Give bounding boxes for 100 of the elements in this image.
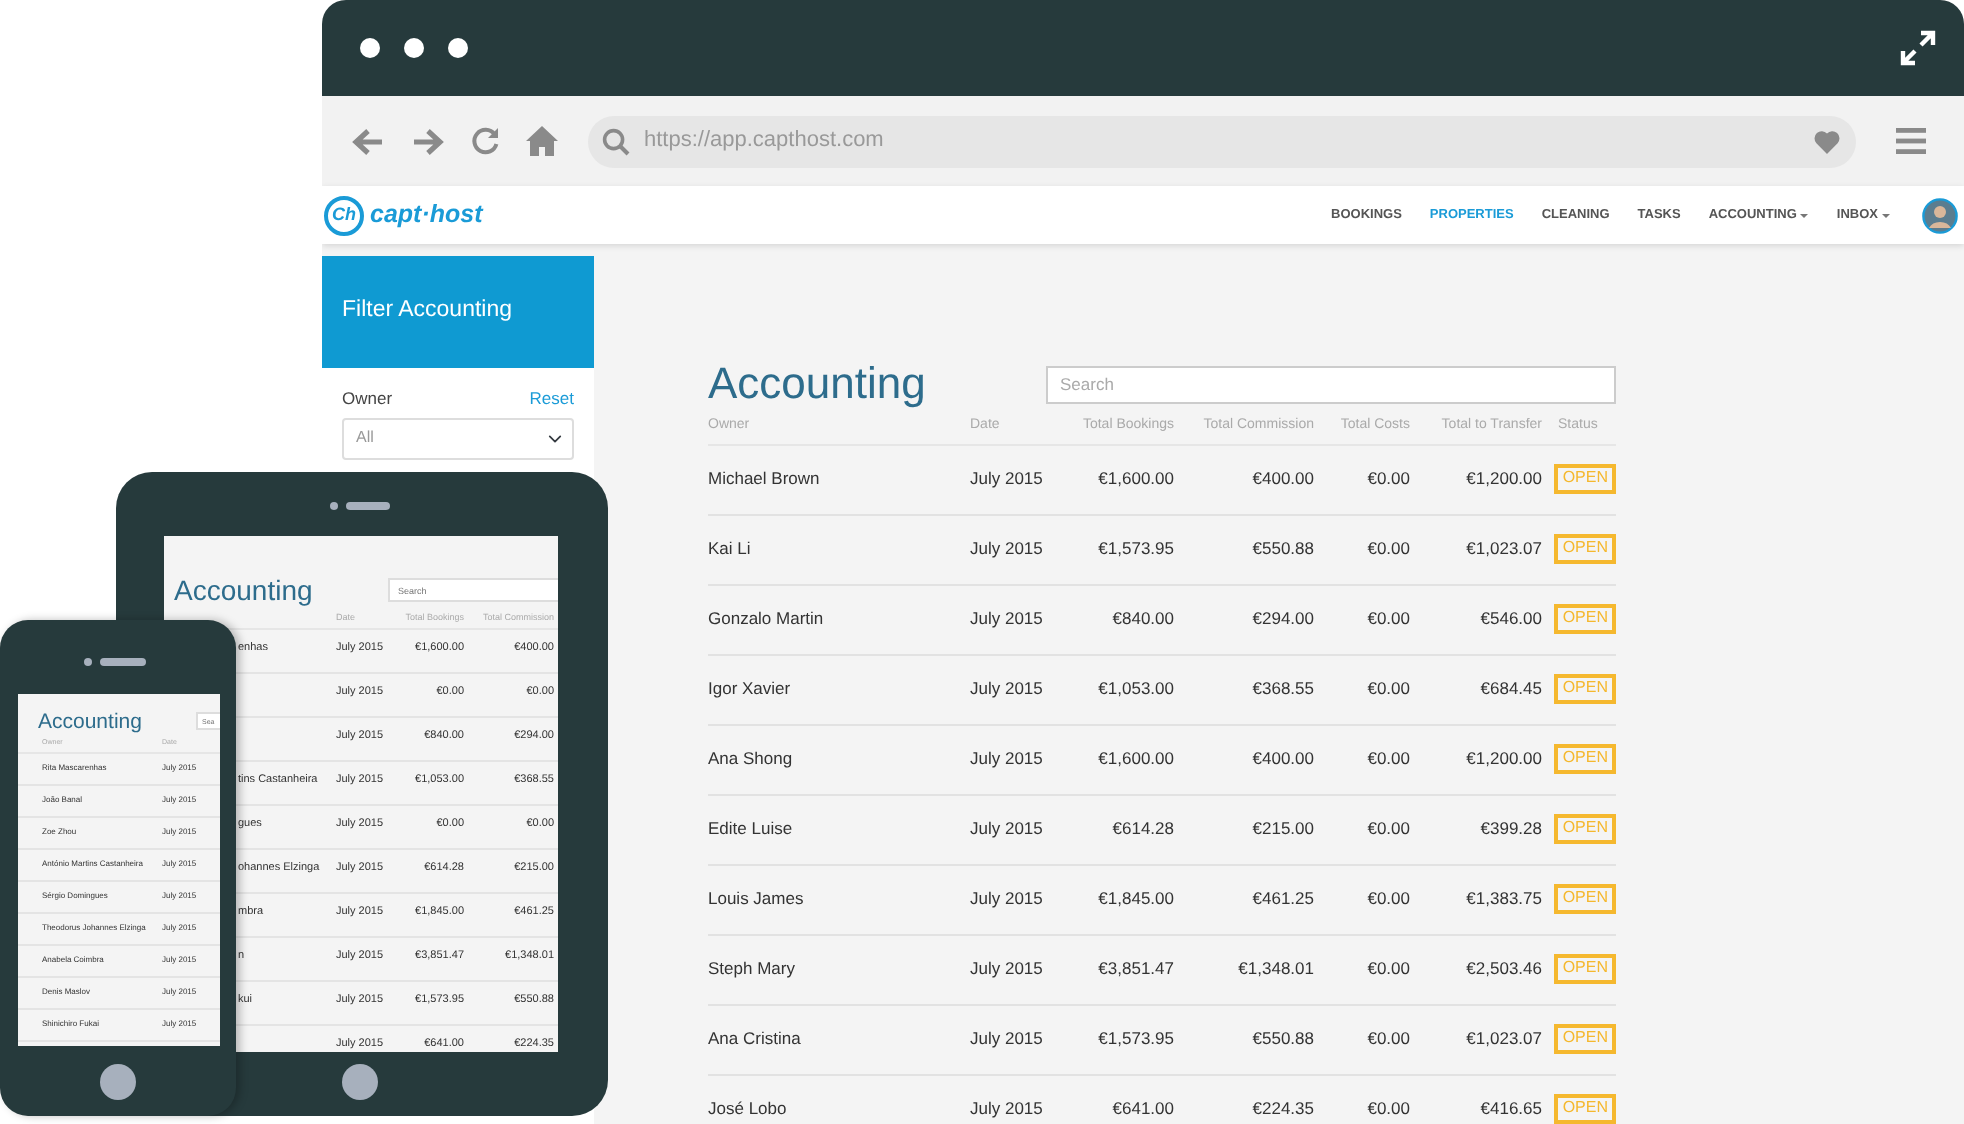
table-cell: July 2015 [970, 1074, 1080, 1124]
table-cell: €1,573.95 [1080, 514, 1180, 584]
table-cell: €0.00 [1320, 584, 1416, 654]
table-cell: €641.00 [1080, 1074, 1180, 1124]
camera-dot [330, 502, 338, 510]
camera-dot [84, 658, 92, 666]
logo-text[interactable]: capt·host [370, 196, 483, 234]
table-cell: €0.00 [1320, 864, 1416, 934]
table-cell: July 2015 [970, 444, 1080, 514]
speaker-slot [100, 658, 146, 666]
page-title: Accounting [708, 356, 926, 412]
table-cell: José Lobo [708, 1074, 970, 1124]
status-badge: OPEN [1554, 604, 1616, 634]
home-icon[interactable] [526, 126, 558, 156]
table-cell: €0.00 [1320, 724, 1416, 794]
table-cell: €684.45 [1416, 654, 1548, 724]
search-field[interactable]: Search [1046, 365, 1616, 403]
table-cell: €1,573.95 [1080, 1004, 1180, 1074]
table-cell: Igor Xavier [708, 654, 970, 724]
table-cell: €550.88 [1180, 1004, 1320, 1074]
table-cell: €0.00 [1320, 654, 1416, 724]
table-cell: €0.00 [1320, 1004, 1416, 1074]
table-cell: €1,383.75 [1416, 864, 1548, 934]
table-cell: €3,851.47 [1080, 934, 1180, 1004]
table-cell: Ana Cristina [708, 1004, 970, 1074]
table-cell: €1,845.00 [1080, 864, 1180, 934]
status-badge: OPEN [1554, 1094, 1616, 1124]
table-cell: €400.00 [1180, 724, 1320, 794]
field-label: Owner [342, 386, 393, 412]
table-cell: Kai Li [708, 514, 970, 584]
logo-mark[interactable]: Ch [324, 195, 364, 235]
reload-icon[interactable] [470, 126, 500, 156]
window-dot[interactable] [448, 38, 468, 58]
status-badge: OPEN [1554, 744, 1616, 774]
home-button[interactable] [342, 1064, 378, 1100]
table-cell: €1,053.00 [1080, 654, 1180, 724]
table-cell: €0.00 [1320, 444, 1416, 514]
page-title: Accounting [174, 576, 313, 604]
table-cell: July 2015 [970, 724, 1080, 794]
speaker-slot [346, 502, 390, 510]
table-cell: €840.00 [1080, 584, 1180, 654]
status-badge: OPEN [1554, 884, 1616, 914]
table-cell: July 2015 [970, 864, 1080, 934]
status-badge: OPEN [1554, 464, 1616, 494]
table-cell: Louis James [708, 864, 970, 934]
table-cell: Ana Shong [708, 724, 970, 794]
caret-icon [1882, 213, 1890, 217]
table-cell: €1,023.07 [1416, 1004, 1548, 1074]
table-cell: July 2015 [970, 654, 1080, 724]
table-cell: July 2015 [970, 1004, 1080, 1074]
status-badge: OPEN [1554, 954, 1616, 984]
status-badge: OPEN [1554, 534, 1616, 564]
table-cell: July 2015 [970, 794, 1080, 864]
table-cell: €614.28 [1080, 794, 1180, 864]
expand-icon[interactable] [1900, 30, 1936, 66]
status-badge: OPEN [1554, 674, 1616, 704]
table-cell: €399.28 [1416, 794, 1548, 864]
table-cell: €0.00 [1320, 1074, 1416, 1124]
table-cell: Steph Mary [708, 934, 970, 1004]
table-cell: €294.00 [1180, 584, 1320, 654]
table-cell: €0.00 [1320, 514, 1416, 584]
table-cell: €2,503.46 [1416, 934, 1548, 1004]
table-cell: €1,023.07 [1416, 514, 1548, 584]
table-cell: €1,200.00 [1416, 724, 1548, 794]
reset-link[interactable]: Reset [529, 386, 574, 412]
status-badge: OPEN [1554, 814, 1616, 844]
table-cell: €0.00 [1320, 934, 1416, 1004]
table-cell: €546.00 [1416, 584, 1548, 654]
table-cell: July 2015 [970, 514, 1080, 584]
table-cell: €0.00 [1320, 794, 1416, 864]
menu-icon[interactable] [1896, 128, 1926, 154]
status-badge: OPEN [1554, 1024, 1616, 1054]
caret-icon [1800, 213, 1809, 217]
table-cell: Edite Luise [708, 794, 970, 864]
table-cell: €1,600.00 [1080, 724, 1180, 794]
forward-icon[interactable] [412, 127, 444, 155]
table-cell: €1,200.00 [1416, 444, 1548, 514]
table-cell: €368.55 [1180, 654, 1320, 724]
url-field[interactable]: https://app.capthost.com [644, 124, 1800, 158]
search-icon [602, 127, 630, 155]
page-title: Accounting [38, 712, 142, 733]
window-dot[interactable] [404, 38, 424, 58]
table-cell: €1,600.00 [1080, 444, 1180, 514]
filter-title: Filter Accounting [322, 256, 594, 368]
table-cell: €224.35 [1180, 1074, 1320, 1124]
table-cell: Gonzalo Martin [708, 584, 970, 654]
owner-select[interactable]: All [342, 417, 574, 460]
avatar[interactable] [1922, 197, 1958, 233]
heart-icon[interactable] [1814, 129, 1840, 153]
table-cell: July 2015 [970, 584, 1080, 654]
table-cell: €215.00 [1180, 794, 1320, 864]
window-dot[interactable] [360, 38, 380, 58]
home-button[interactable] [100, 1064, 136, 1100]
back-icon[interactable] [352, 127, 384, 155]
table-cell: €416.65 [1416, 1074, 1548, 1124]
address-bar[interactable]: https://app.capthost.com [588, 115, 1856, 167]
table-cell: €550.88 [1180, 514, 1320, 584]
table-cell: July 2015 [970, 934, 1080, 1004]
table-cell: €461.25 [1180, 864, 1320, 934]
table-cell: €1,348.01 [1180, 934, 1320, 1004]
